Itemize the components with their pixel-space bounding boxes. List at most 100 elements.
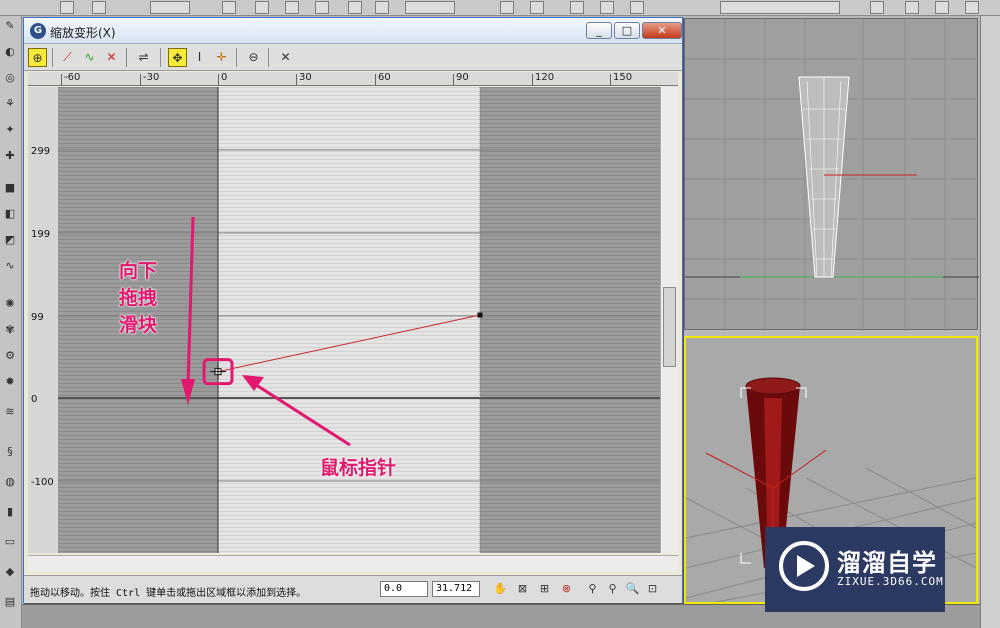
unlink-icon[interactable] [92, 1, 106, 14]
scale-control-point-icon[interactable]: I [190, 48, 209, 67]
viewport-top[interactable] [684, 18, 979, 331]
minimize-button[interactable]: _ [586, 22, 612, 39]
align-icon[interactable] [570, 1, 584, 14]
zoom-icon[interactable]: 🔍 [624, 580, 641, 597]
command-panel[interactable] [980, 16, 1000, 628]
tool-icon[interactable]: ≋ [3, 406, 17, 418]
tool-icon[interactable]: ◐ [3, 46, 17, 58]
pointer-label: 鼠标指针 [320, 457, 397, 479]
ruler-tick: -30 [139, 72, 160, 86]
delete-control-point-icon[interactable]: ⊖ [244, 48, 263, 67]
zoom-vertically-icon[interactable]: ⚲ [604, 580, 621, 597]
ruler-tick: 150 [609, 72, 633, 86]
render-frame-icon[interactable] [935, 1, 949, 14]
x-value-field[interactable]: 0.0 [380, 581, 428, 597]
vertical-scrollbar-thumb[interactable] [663, 287, 676, 367]
render-setup-icon[interactable] [905, 1, 919, 14]
y-axis-label: -100 [31, 477, 54, 488]
status-bar: 拖动以移动。按住 Ctrl 键单击或拖出区域框以添加到选择。 0.0 31.71… [24, 575, 682, 603]
toolbar-separator [236, 48, 237, 67]
insert-corner-point-icon[interactable]: ✛ [212, 48, 231, 67]
ruler-tick: 30 [296, 72, 312, 86]
curve-editor-icon[interactable] [630, 1, 644, 14]
close-button[interactable]: ✕ [642, 22, 682, 39]
move-control-point-icon[interactable]: ✥ [168, 48, 187, 67]
mirror-icon[interactable] [530, 1, 544, 14]
link-icon[interactable] [60, 1, 74, 14]
reference-coordinate-dropdown[interactable] [405, 1, 455, 14]
tool-icon[interactable]: ✹ [3, 376, 17, 388]
select-object-icon[interactable] [222, 1, 236, 14]
pan-icon[interactable]: ✋ [492, 580, 509, 597]
display-y-axis-icon[interactable]: ∿ [80, 48, 99, 67]
rotate-icon[interactable] [375, 1, 389, 14]
control-point-end[interactable] [477, 312, 483, 318]
viewport-top-canvas [685, 19, 979, 331]
rectangle-selection-icon[interactable] [285, 1, 299, 14]
maximize-button[interactable]: □ [614, 22, 640, 39]
ruler-tick: 120 [531, 72, 555, 86]
vertical-scrollbar[interactable] [660, 87, 678, 553]
toolbar-separator [126, 48, 127, 67]
deformation-toolbar: ⊕ ⟋ ∿ ✕ ⇌ ✥ I ✛ ⊖ ✕ [24, 45, 682, 71]
layer-icon[interactable] [600, 1, 614, 14]
horizontal-scrollbar[interactable] [28, 555, 678, 571]
toolbar-separator [160, 48, 161, 67]
tool-icon[interactable]: ◩ [3, 234, 17, 246]
tool-icon[interactable]: ⚙ [3, 350, 17, 362]
y-axis-label: 199 [31, 229, 50, 240]
tool-icon[interactable]: ▮ [3, 506, 17, 518]
zoom-vertical-extents-icon[interactable]: ⊗ [558, 580, 575, 597]
tool-icon[interactable]: ◆ [3, 566, 17, 578]
tool-icon[interactable]: ✾ [3, 324, 17, 336]
main-toolbar [0, 0, 1000, 16]
snap-icon[interactable] [500, 1, 514, 14]
play-logo-icon [779, 541, 829, 591]
ruler-tick: 60 [375, 72, 391, 86]
tool-icon[interactable]: ✚ [3, 150, 17, 162]
drag-hint-line-2: 拖拽 [119, 287, 158, 309]
selection-filter-dropdown[interactable] [150, 1, 190, 14]
tool-icon[interactable]: ◍ [3, 476, 17, 488]
zoom-horizontally-icon[interactable]: ⚲ [584, 580, 601, 597]
watermark-title: 溜溜自学 [837, 549, 937, 577]
zoom-extents-icon[interactable]: ⊠ [514, 580, 531, 597]
display-x-axis-icon[interactable]: ⟋ [58, 48, 77, 67]
y-axis-label: 299 [31, 146, 50, 157]
material-editor-icon[interactable] [870, 1, 884, 14]
tool-icon[interactable]: § [3, 446, 17, 458]
tool-icon[interactable]: ✎ [3, 20, 17, 32]
zoom-horizontal-extents-icon[interactable]: ⊞ [536, 580, 553, 597]
tool-icon[interactable]: ▤ [3, 596, 17, 608]
swap-curves-icon[interactable]: ⇌ [134, 48, 153, 67]
reset-curve-icon[interactable]: ✕ [276, 48, 295, 67]
tool-icon[interactable]: ◧ [3, 208, 17, 220]
out-of-range-right [480, 87, 660, 553]
horizontal-ruler: -60 -30 0 30 60 90 120 150 [28, 72, 678, 86]
tool-icon[interactable]: ⚘ [3, 98, 17, 110]
select-by-name-icon[interactable] [255, 1, 269, 14]
named-selection-field[interactable] [720, 1, 840, 14]
window-title: 缩放变形(X) [50, 26, 116, 40]
move-icon[interactable] [348, 1, 362, 14]
toolbar-separator [268, 48, 269, 67]
lock-aspect-icon[interactable]: ⊕ [28, 48, 47, 67]
title-bar[interactable]: G 缩放变形(X) _ □ ✕ [24, 18, 682, 44]
window-crossing-icon[interactable] [315, 1, 329, 14]
lock-icon[interactable]: ■ [3, 182, 17, 194]
ruler-tick: 90 [453, 72, 469, 86]
status-message: 拖动以移动。按住 Ctrl 键单击或拖出区域框以添加到选择。 [30, 588, 307, 599]
y-value-field[interactable]: 31.712 [432, 581, 480, 597]
gear-icon[interactable]: ✺ [3, 298, 17, 310]
tool-icon[interactable]: ∿ [3, 260, 17, 272]
zoom-region-icon[interactable]: ⊡ [644, 580, 661, 597]
ruler-tick: -60 [60, 72, 81, 86]
tool-icon[interactable]: ◎ [3, 72, 17, 84]
toolbar-separator [52, 48, 53, 67]
quick-render-icon[interactable] [965, 1, 979, 14]
y-axis-label: 0 [31, 394, 37, 405]
tool-icon[interactable]: ✦ [3, 124, 17, 136]
ruler-tick: 0 [217, 72, 228, 86]
display-xy-axes-icon[interactable]: ✕ [102, 48, 121, 67]
tool-icon[interactable]: ▭ [3, 536, 17, 548]
